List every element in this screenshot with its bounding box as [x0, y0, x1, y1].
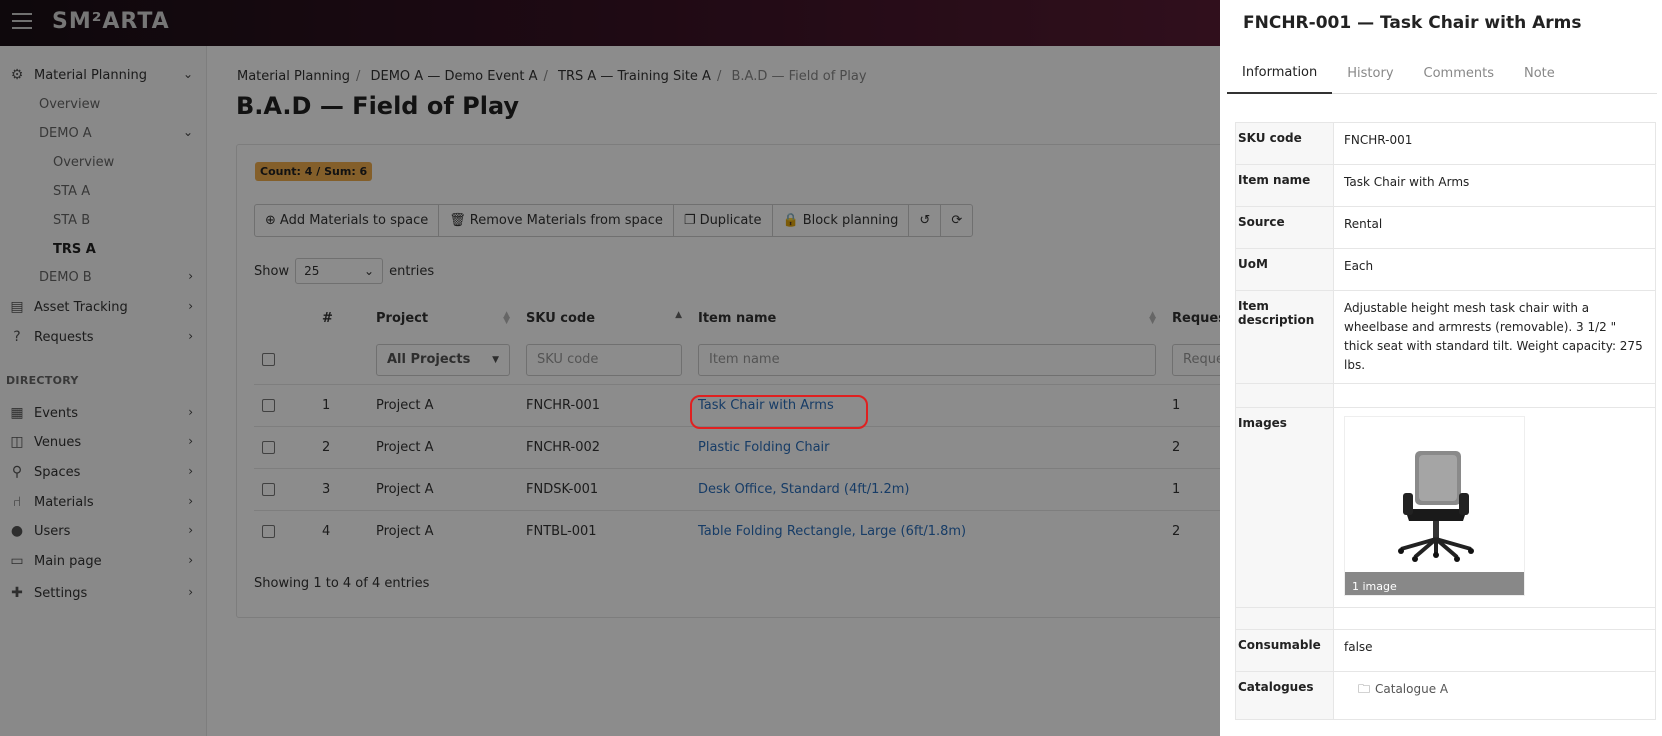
field-label: Source	[1235, 206, 1334, 249]
field-label: Item description	[1235, 290, 1334, 384]
uom-value: Each	[1333, 248, 1656, 291]
tab-note[interactable]: Note	[1509, 53, 1570, 94]
catalogue-chip[interactable]: 🗀 Catalogue A	[1358, 680, 1448, 699]
field-label: UoM	[1235, 248, 1334, 291]
folder-icon: 🗀	[1358, 682, 1371, 696]
detail-panel: FNCHR-001 — Task Chair with Arms Informa…	[1220, 0, 1662, 736]
item-image-thumbnail[interactable]: 1 image	[1344, 416, 1525, 596]
highlight-annotation	[690, 395, 868, 429]
modal-backdrop[interactable]	[0, 0, 1220, 736]
sku-value: FNCHR-001	[1333, 122, 1656, 165]
panel-title: FNCHR-001 — Task Chair with Arms	[1243, 13, 1582, 33]
tab-information[interactable]: Information	[1227, 53, 1333, 94]
consumable-value: false	[1333, 629, 1656, 672]
info-table: SKU code FNCHR-001 Item name Task Chair wi…	[1235, 122, 1656, 720]
tab-history[interactable]: History	[1332, 53, 1408, 94]
field-label: SKU code	[1235, 122, 1334, 165]
item-name-value: Task Chair with Arms	[1333, 164, 1656, 207]
field-label: Consumable	[1235, 629, 1334, 672]
panel-tabs: Information History Comments Note	[1227, 53, 1657, 94]
field-label: Item name	[1235, 164, 1334, 207]
description-value: Adjustable height mesh task chair with a…	[1333, 290, 1656, 384]
field-label: Catalogues	[1235, 671, 1334, 720]
tab-comments[interactable]: Comments	[1409, 53, 1509, 94]
office-chair-image	[1398, 451, 1474, 562]
source-value: Rental	[1333, 206, 1656, 249]
image-count-caption: 1 image	[1345, 572, 1524, 595]
field-label: Images	[1235, 407, 1334, 608]
